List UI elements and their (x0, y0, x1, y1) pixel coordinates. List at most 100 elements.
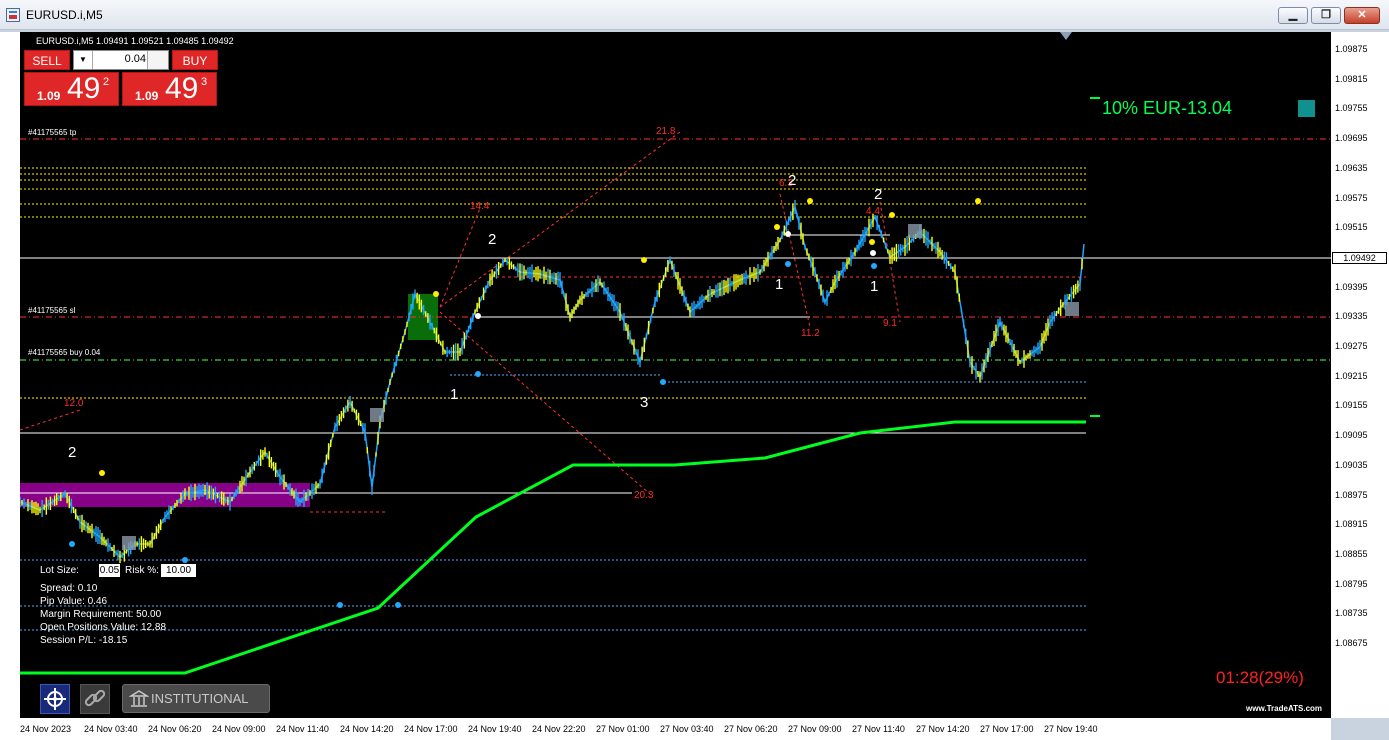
swing-dot (785, 231, 791, 237)
price-tick-label: 1.08735 (1335, 608, 1368, 619)
buy-price-prefix: 1.09 (135, 89, 159, 103)
link-tool-button[interactable] (80, 684, 110, 714)
price-tick-label: 1.08915 (1335, 519, 1368, 530)
buy-price-button[interactable]: 1.09 49 3 (122, 72, 217, 106)
lot-stepper[interactable] (147, 51, 168, 69)
session-pl-text: Session P/L: -18.15 (40, 635, 128, 646)
spread-text: Spread: 0.10 (40, 583, 98, 594)
fib-label-6: 9.1 (883, 318, 897, 329)
wave-label-1: 2 (68, 444, 77, 461)
price-tick-label: 1.09875 (1335, 44, 1368, 54)
signal-box (370, 408, 384, 422)
tp-order-label: #41175565 tp (28, 128, 77, 137)
swing-dot (475, 371, 481, 377)
time-tick-label: 27 Nov 19:40 (1044, 724, 1098, 734)
close-button[interactable]: ✕ (1344, 7, 1380, 24)
fib-label-5: 11.2 (801, 328, 820, 339)
status-indicator[interactable] (1298, 100, 1315, 117)
swing-dot (807, 198, 813, 204)
swing-dot (69, 541, 75, 547)
swing-dot (975, 198, 981, 204)
buy-button[interactable]: BUY (172, 50, 218, 70)
risk-label: Risk %: (125, 565, 159, 576)
chart-canvas (20, 32, 1331, 675)
swing-dot (395, 602, 401, 608)
wave-label-2: 1 (450, 386, 459, 403)
price-tick-label: 1.09155 (1335, 400, 1368, 411)
price-tick-label: 1.08975 (1335, 489, 1368, 500)
price-tick-label: 1.09395 (1335, 281, 1368, 292)
signal-box (1065, 302, 1079, 316)
fib-label-8: 4.4 (866, 206, 880, 217)
swing-dot (871, 263, 877, 269)
sell-price-prefix: 1.09 (37, 89, 61, 103)
time-tick-label: 27 Nov 11:40 (852, 724, 905, 734)
fib-diagonal (439, 311, 651, 495)
time-tick-label: 24 Nov 09:00 (212, 724, 266, 734)
time-tick-label: 27 Nov 03:40 (660, 724, 714, 734)
wave-label-5: 1 (775, 276, 784, 293)
lot-dropdown-icon[interactable]: ▼ (74, 51, 93, 69)
chain-link-icon (84, 689, 106, 707)
bank-icon (129, 690, 149, 707)
time-tick-label: 27 Nov 09:00 (788, 724, 842, 734)
lot-size-label: Lot Size: (40, 565, 79, 576)
price-tick-label: 1.09275 (1335, 341, 1368, 351)
price-chart[interactable]: EURUSD.i,M5 1.09491 1.09521 1.09485 1.09… (20, 32, 1331, 718)
wave-label-6: 2 (788, 172, 797, 189)
swing-dot (785, 261, 791, 267)
price-tick-label: 1.09575 (1335, 192, 1368, 203)
institutional-mode-button[interactable]: INSTITUTIONAL MODE (122, 684, 270, 713)
swing-dot (869, 239, 875, 245)
sell-price-fraction: 2 (103, 76, 110, 88)
sell-price-button[interactable]: 1.09 49 2 (24, 72, 119, 106)
price-tick-label: 1.08675 (1335, 638, 1368, 648)
fib-label-2: 14.4 (470, 201, 490, 212)
time-scale[interactable]: 24 Nov 2023 24 Nov 03:40 24 Nov 06:20 24 No… (20, 718, 1331, 740)
wave-label-3: 3 (640, 394, 649, 411)
risk-input[interactable]: 10.00 (161, 564, 196, 577)
lot-size-field[interactable]: ▼ 0.04 (73, 50, 169, 70)
target-tool-button[interactable] (40, 684, 70, 714)
price-tick-label: 1.09335 (1335, 311, 1368, 322)
swing-dot (660, 379, 666, 385)
time-tick-label: 24 Nov 03:40 (84, 724, 138, 734)
price-tick-label: 1.09635 (1335, 162, 1368, 173)
price-tick-label: 1.09755 (1335, 103, 1368, 114)
chart-window-icon (6, 8, 20, 22)
pip-value-text: Pip Value: 0.46 (40, 596, 108, 607)
wave-label-4: 2 (488, 231, 497, 248)
restore-button[interactable]: ❐ (1311, 7, 1341, 24)
minimize-button[interactable]: ▁ (1278, 7, 1308, 24)
time-tick-label: 24 Nov 22:20 (532, 724, 586, 734)
price-scale[interactable]: 1.09875 1.09815 1.09755 1.09695 1.09635 1.095… (1331, 32, 1389, 718)
scroll-marker (1060, 32, 1072, 40)
equity-status-text: 10% EUR-13.04 (1102, 98, 1233, 118)
wave-label-8: 2 (874, 186, 883, 203)
swing-dot (475, 313, 481, 319)
moving-average-line (20, 420, 1086, 675)
sell-price-pips: 49 (67, 72, 101, 105)
sell-button[interactable]: SELL (24, 50, 70, 70)
price-tick-label: 1.09095 (1335, 430, 1368, 441)
current-price-marker: 1.09492 (1332, 252, 1387, 264)
fib-diagonal (20, 409, 81, 431)
price-tick-label: 1.08855 (1335, 548, 1368, 559)
window-titlebar: EURUSD.i,M5 ▁ ❐ ✕ (0, 0, 1389, 30)
lot-size-input[interactable]: 0.05 (99, 564, 120, 577)
fib-label-4: 20.3 (634, 490, 654, 501)
time-tick-label: 27 Nov 14:20 (916, 724, 970, 734)
time-tick-label: 27 Nov 17:00 (980, 724, 1034, 734)
crosshair-icon (44, 688, 66, 710)
swing-dot (99, 470, 105, 476)
open-positions-text: Open Positions Value: 12.88 (40, 622, 167, 633)
price-tick-label: 1.09515 (1335, 222, 1368, 233)
swing-dot (182, 557, 188, 563)
window-title: EURUSD.i,M5 (26, 8, 103, 22)
signal-box (122, 536, 136, 550)
price-tick-label: 1.09215 (1335, 370, 1368, 381)
time-tick-label: 24 Nov 19:40 (468, 724, 522, 734)
fib-label-1: 21.8 (656, 126, 676, 137)
swing-dot (337, 602, 343, 608)
price-tick-label: 1.09035 (1335, 459, 1368, 470)
